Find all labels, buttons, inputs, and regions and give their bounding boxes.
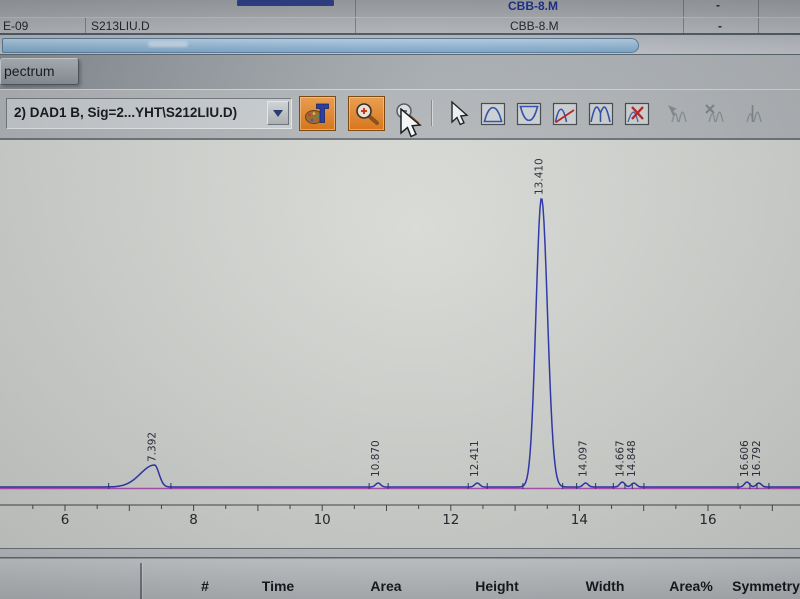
scrollbar-thumb[interactable] <box>2 38 639 53</box>
col-header-area: Area <box>370 578 402 594</box>
svg-text:13.410: 13.410 <box>533 158 545 195</box>
col-header-symmetry: Symmetry <box>732 578 800 594</box>
horizontal-scrollbar[interactable] <box>0 35 800 55</box>
svg-text:14.097: 14.097 <box>578 440 590 477</box>
svg-text:8: 8 <box>189 512 198 528</box>
svg-text:16.606: 16.606 <box>739 440 751 477</box>
svg-text:16: 16 <box>699 512 716 528</box>
tab-label: pectrum <box>4 63 55 79</box>
column-divider <box>758 0 759 17</box>
value-cell: - <box>718 19 722 33</box>
column-divider <box>683 0 684 17</box>
chromatogram-canvas[interactable]: 6 8 10 12 14 16 7.392 10.870 12.411 13.410 14.097 1… <box>0 140 800 548</box>
svg-text:10: 10 <box>314 512 331 528</box>
tab-spectrum[interactable]: pectrum <box>0 58 79 85</box>
panel-separator <box>0 548 800 558</box>
column-divider <box>355 18 356 33</box>
tab-bar: pectrum <box>0 55 800 89</box>
annotation-color-button[interactable] <box>299 96 336 131</box>
method-cell: CBB-8.M <box>510 19 559 33</box>
scrollbar-glare <box>148 41 188 47</box>
svg-text:12: 12 <box>442 512 459 528</box>
svg-text:10.870: 10.870 <box>370 440 382 477</box>
positive-peak-button[interactable] <box>474 96 511 131</box>
svg-text:14.667: 14.667 <box>614 440 626 477</box>
svg-text:16.792: 16.792 <box>751 440 763 477</box>
delete-peak-button[interactable] <box>618 96 655 131</box>
nav-table-row-2[interactable]: E-09 S213LIU.D CBB-8.M - <box>0 17 800 35</box>
column-divider <box>85 18 86 33</box>
col-header-height: Height <box>475 578 519 594</box>
pointer-peaks-gray-icon <box>667 104 687 122</box>
col-header-number: # <box>201 578 209 594</box>
column-divider <box>683 18 684 33</box>
peak-delete-icon <box>624 102 649 125</box>
zoom-out-button[interactable] <box>388 96 425 131</box>
peak-down-icon <box>516 102 541 125</box>
nav-table-row-1[interactable]: CBB-8.M - <box>0 0 800 17</box>
svg-text:14: 14 <box>571 512 588 528</box>
method-name: CBB-8.M <box>508 0 558 13</box>
value-cell: - <box>716 0 720 12</box>
signal-selector-value: 2) DAD1 B, Sig=2...YHT\S212LIU.D) <box>14 105 238 120</box>
toolbar-separator <box>431 100 433 126</box>
table-column-divider <box>140 563 143 599</box>
magnifier-minus-icon <box>395 102 419 125</box>
svg-text:6: 6 <box>61 512 70 528</box>
zoom-in-button[interactable] <box>348 96 385 131</box>
svg-text:14.848: 14.848 <box>626 440 638 477</box>
peak-tangent-icon <box>552 102 577 125</box>
signal-selector[interactable]: 2) DAD1 B, Sig=2...YHT\S212LIU.D) <box>6 98 292 129</box>
column-divider <box>758 18 759 33</box>
select-pointer-button[interactable] <box>438 96 475 131</box>
svg-text:7.392: 7.392 <box>147 432 159 462</box>
tangent-skim-button[interactable] <box>546 96 583 131</box>
results-table-header: # Time Area Height Width Area% Symmetry <box>0 558 800 599</box>
negative-peak-button[interactable] <box>510 96 547 131</box>
cross-peaks-gray-icon <box>704 103 724 122</box>
peak-up-icon <box>480 102 505 125</box>
chevron-down-icon <box>273 109 283 117</box>
peak-tool-disabled-2 <box>696 96 733 131</box>
svg-text:12.411: 12.411 <box>469 440 481 477</box>
truncated-text-fragment <box>237 0 334 6</box>
combo-dropdown-button[interactable] <box>267 101 289 125</box>
double-peak-icon <box>588 102 613 125</box>
split-peak-button[interactable] <box>582 96 619 131</box>
data-file-cell: S213LIU.D <box>91 19 150 33</box>
cursor-arrow-icon <box>450 99 469 125</box>
toolbar: 2) DAD1 B, Sig=2...YHT\S212LIU.D) <box>0 89 800 138</box>
peak-tool-disabled-1 <box>659 96 696 131</box>
col-header-time: Time <box>261 578 295 594</box>
column-divider <box>355 0 356 17</box>
marker-peaks-gray-icon <box>745 104 762 122</box>
sample-id-cell: E-09 <box>3 19 29 33</box>
palette-text-icon <box>304 103 329 124</box>
magnifier-plus-icon <box>355 102 379 125</box>
col-header-areapct: Area% <box>669 578 713 594</box>
chemstation-window: CBB-8.M - E-09 S213LIU.D CBB-8.M - pectr… <box>0 0 800 599</box>
peak-tool-disabled-3 <box>734 96 771 131</box>
col-header-width: Width <box>585 578 625 594</box>
